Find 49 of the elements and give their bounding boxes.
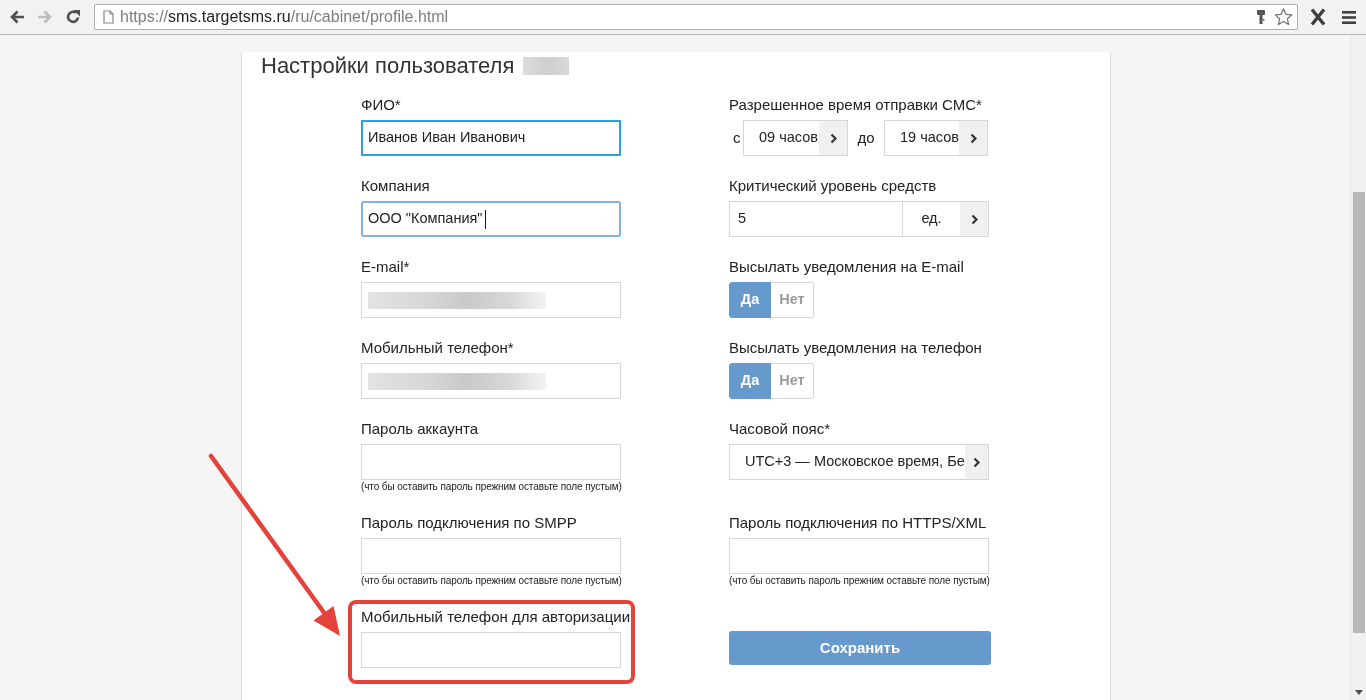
address-bar[interactable]: https://sms.targetsms.ru/ru/cabinet/profile.html xyxy=(94,4,1298,30)
field-label: E-mail* xyxy=(361,257,410,277)
timezone-select[interactable]: UTC+3 — Московское время, Бе xyxy=(729,444,989,480)
key-icon[interactable] xyxy=(1256,9,1266,25)
input-field[interactable] xyxy=(361,444,621,480)
input-field[interactable] xyxy=(361,282,621,318)
field-label: Высылать уведомления на E-mail xyxy=(729,257,964,277)
field-label: Компания xyxy=(361,176,430,196)
input-field[interactable]: Иванов Иван Иванович xyxy=(361,120,621,156)
input-field[interactable] xyxy=(729,538,989,574)
input-field[interactable] xyxy=(361,363,621,399)
url-text: https://sms.targetsms.ru/ru/cabinet/profile.html xyxy=(120,7,449,27)
arrow-left-icon xyxy=(9,9,25,25)
field-label: Мобильный телефон* xyxy=(361,338,514,358)
document-icon xyxy=(103,10,114,24)
field-hint: (что бы оставить пароль прежним оставьте поле пустым) xyxy=(729,575,990,587)
chevron-right-icon xyxy=(960,202,988,236)
range-label: с xyxy=(732,127,742,148)
text-cursor-icon xyxy=(484,209,486,229)
input-field[interactable]: ООО "Компания" xyxy=(361,201,621,237)
time-select[interactable]: 19 часов xyxy=(884,120,988,156)
field-label: ФИО* xyxy=(361,95,401,115)
input-field[interactable] xyxy=(361,538,621,574)
chevron-right-icon xyxy=(964,445,988,479)
field-label: Высылать уведомления на телефон xyxy=(729,338,982,358)
field-label: Часовой пояс* xyxy=(729,419,830,439)
input-field[interactable] xyxy=(361,632,621,668)
field-label: Критический уровень средств xyxy=(729,176,937,196)
time-select[interactable]: 09 часов xyxy=(743,120,848,156)
number-field[interactable]: 5 xyxy=(729,201,903,237)
page-title: Настройки пользователя xyxy=(261,52,515,80)
arrow-right-icon xyxy=(37,9,53,25)
scroll-down-arrow-icon[interactable] xyxy=(1354,690,1363,695)
star-icon[interactable] xyxy=(1274,8,1293,26)
reload-icon xyxy=(65,9,81,25)
chevron-right-icon xyxy=(959,121,987,155)
range-label: до xyxy=(856,127,876,148)
field-label: Разрешенное время отправки СМС* xyxy=(729,95,982,115)
field-label: Пароль подключения по HTTPS/XML xyxy=(729,513,987,533)
chevron-right-icon xyxy=(819,121,847,155)
field-hint: (что бы оставить пароль прежним оставьте поле пустым) xyxy=(361,575,622,587)
field-label: Мобильный телефон для авторизации xyxy=(361,607,631,627)
menu-icon[interactable] xyxy=(1342,10,1356,24)
field-label: Пароль подключения по SMPP xyxy=(361,513,577,533)
x-logo-icon[interactable] xyxy=(1310,8,1326,26)
unit-select[interactable]: ед. xyxy=(903,201,989,237)
scrollbar-thumb[interactable] xyxy=(1352,192,1365,633)
field-label: Пароль аккаунта xyxy=(361,419,478,439)
field-hint: (что бы оставить пароль прежним оставьте поле пустым) xyxy=(361,481,622,493)
